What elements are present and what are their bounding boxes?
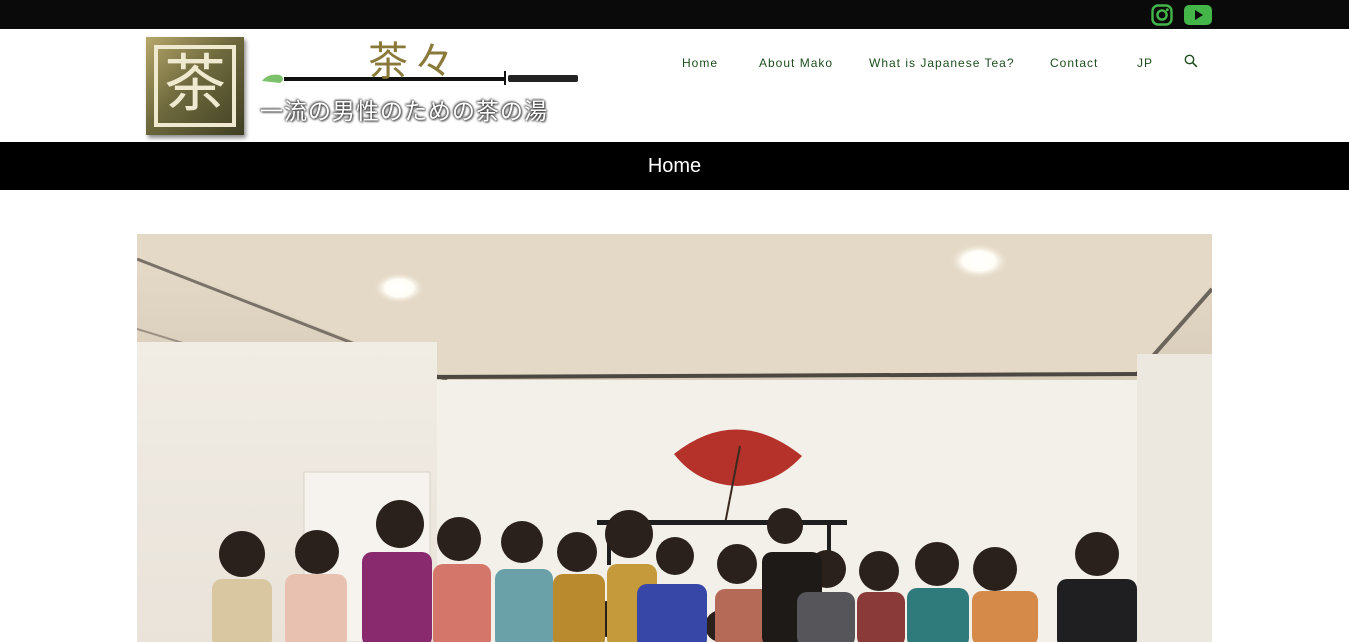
page-title: Home	[647, 155, 702, 177]
group-photo	[137, 234, 1212, 642]
nav-home[interactable]: Home	[682, 54, 718, 72]
youtube-link[interactable]	[1184, 3, 1212, 27]
site-header: 茶 茶々 一流の男性のための茶の湯 Home About Mako What i…	[0, 29, 1349, 142]
logo-mark: 茶	[146, 37, 244, 135]
instagram-link[interactable]	[1150, 3, 1174, 27]
instagram-icon	[1151, 4, 1173, 26]
hero-image	[137, 234, 1212, 642]
nav-about-mako[interactable]: About Mako	[759, 54, 833, 72]
page-title-bar: Home	[0, 142, 1349, 190]
logo-title: 茶々	[368, 39, 460, 85]
logo-mark-text: 茶	[163, 47, 226, 120]
logo-tagline: 一流の男性のための茶の湯	[260, 99, 548, 125]
search-icon	[1184, 54, 1198, 68]
top-bar	[0, 0, 1349, 29]
youtube-icon	[1184, 5, 1212, 25]
nav-contact[interactable]: Contact	[1050, 54, 1098, 72]
nav-jp[interactable]: JP	[1137, 54, 1153, 72]
site-logo[interactable]: 茶 茶々 一流の男性のための茶の湯	[146, 37, 586, 137]
nav-what-is-japanese-tea[interactable]: What is Japanese Tea?	[869, 54, 1015, 72]
search-button[interactable]	[1184, 54, 1200, 70]
